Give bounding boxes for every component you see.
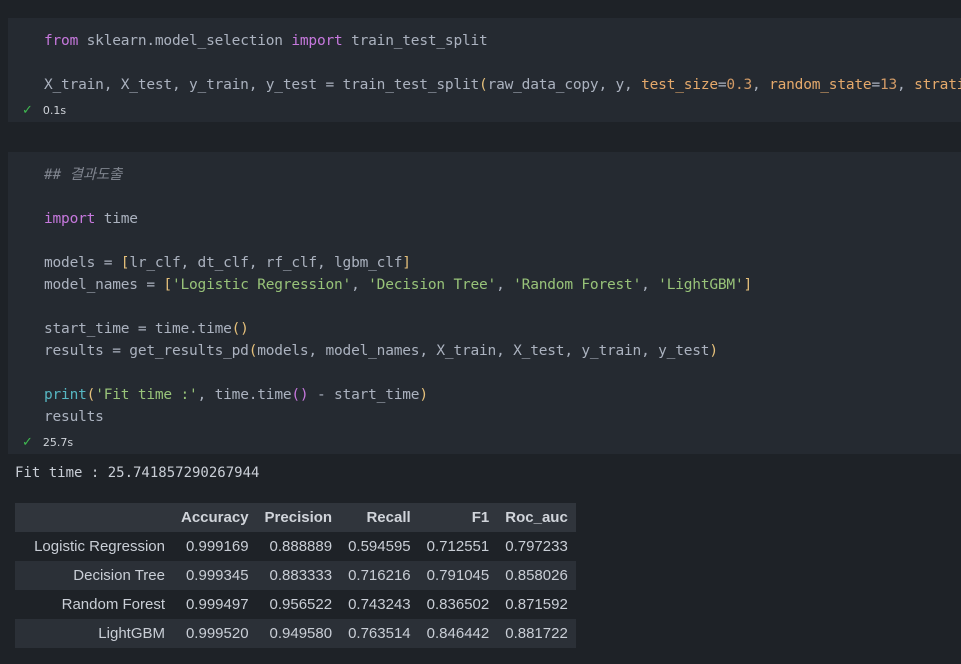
table-cell: 0.846442	[426, 625, 490, 642]
execution-time: 25.7s	[42, 436, 74, 449]
code-line: from sklearn.model_selection import trai…	[44, 33, 488, 49]
table-cell: 0.712551	[426, 538, 490, 555]
table-cell: 0.716216	[348, 567, 411, 584]
code-cell-2[interactable]: ## 결과도출 import time models = [lr_clf, dt…	[8, 152, 961, 454]
code-line: start_time = time.time()	[44, 321, 249, 337]
code-editor[interactable]: from sklearn.model_selection import trai…	[44, 18, 961, 93]
success-check-icon: ✓	[22, 103, 33, 118]
table-cell: 0.999345	[185, 567, 249, 584]
column-header: Roc_auc	[505, 509, 568, 526]
execution-time: 0.1s	[42, 104, 67, 117]
table-header-row: Accuracy Precision Recall F1 Roc_auc	[15, 503, 576, 532]
table-cell: 0.594595	[348, 538, 411, 555]
table-row: Logistic Regression 0.999169 0.888889 0.…	[15, 532, 576, 561]
success-check-icon: ✓	[22, 435, 33, 450]
row-label: LightGBM	[98, 625, 165, 642]
table-cell: 0.999497	[185, 596, 249, 613]
code-line: results = get_results_pd(models, model_n…	[44, 343, 718, 359]
code-line: model_names = ['Logistic Regression', 'D…	[44, 277, 753, 293]
code-editor[interactable]: ## 결과도출 import time models = [lr_clf, dt…	[44, 152, 961, 425]
table-cell: 0.858026	[505, 567, 568, 584]
code-line: import time	[44, 211, 138, 227]
table-cell: 0.883333	[269, 567, 333, 584]
code-line: X_train, X_test, y_train, y_test = train…	[44, 77, 961, 93]
row-label: Decision Tree	[73, 567, 165, 584]
column-header: F1	[471, 509, 490, 526]
table-cell: 0.791045	[426, 567, 490, 584]
column-header: Recall	[366, 509, 411, 526]
code-cell-1[interactable]: from sklearn.model_selection import trai…	[8, 18, 961, 122]
table-cell: 0.797233	[505, 538, 568, 555]
table-cell: 0.836502	[426, 596, 490, 613]
table-cell: 0.999169	[185, 538, 249, 555]
code-line: results	[44, 409, 104, 425]
table-cell: 0.881722	[505, 625, 568, 642]
column-header: Precision	[264, 509, 333, 526]
row-label: Random Forest	[61, 596, 165, 613]
code-line: print('Fit time :', time.time() - start_…	[44, 387, 428, 403]
table-cell: 0.956522	[269, 596, 333, 613]
table-cell: 0.871592	[505, 596, 568, 613]
table-row: LightGBM 0.999520 0.949580 0.763514 0.84…	[15, 619, 576, 648]
cell-status: ✓ 25.7s	[22, 433, 73, 453]
table-cell: 0.949580	[269, 625, 333, 642]
table-cell: 0.888889	[269, 538, 333, 555]
results-dataframe: Accuracy Precision Recall F1 Roc_auc Log…	[15, 503, 576, 648]
cell-output-text: Fit time : 25.741857290267944	[15, 465, 260, 481]
cell-status: ✓ 0.1s	[22, 101, 66, 121]
code-line: models = [lr_clf, dt_clf, rf_clf, lgbm_c…	[44, 255, 411, 271]
column-header: Accuracy	[181, 509, 249, 526]
table-row: Random Forest 0.999497 0.956522 0.743243…	[15, 590, 576, 619]
table-cell: 0.743243	[348, 596, 411, 613]
table-row: Decision Tree 0.999345 0.883333 0.716216…	[15, 561, 576, 590]
index-header	[15, 503, 173, 532]
table-cell: 0.763514	[348, 625, 411, 642]
row-label: Logistic Regression	[34, 538, 165, 555]
code-comment: ## 결과도출	[44, 167, 123, 183]
table-cell: 0.999520	[185, 625, 249, 642]
